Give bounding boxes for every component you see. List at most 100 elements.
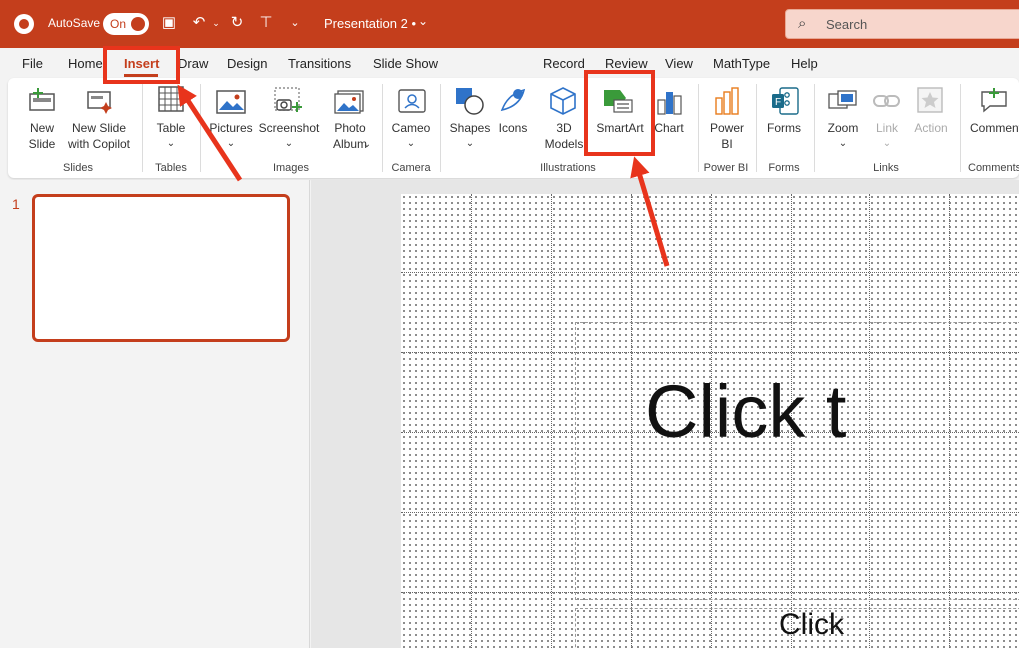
group-separator: [382, 84, 383, 172]
group-separator: [814, 84, 815, 172]
pictures-icon: [216, 90, 246, 114]
zoom-icon: [828, 90, 857, 109]
search-box[interactable]: ⌕ Search: [785, 9, 1019, 39]
ribbon-insert: New Slide New Slide with Copilot Slides …: [8, 78, 1019, 178]
insert-tab-highlight: [103, 46, 180, 84]
comment-label: Comment: [969, 121, 1019, 135]
slide-thumbnail-pane: 1: [0, 180, 310, 648]
new-slide-icon: [29, 88, 55, 111]
link-dropdown-icon: ⌄: [882, 138, 892, 149]
3d-models-icon: [550, 87, 576, 115]
redo-icon[interactable]: ↻: [228, 14, 246, 32]
cameo-icon: [398, 89, 426, 113]
smartart-highlight: [584, 70, 655, 156]
customize-toolbar-icon[interactable]: ⌄: [286, 14, 304, 32]
toggle-knob: [131, 17, 145, 31]
photo-album-icon: [334, 90, 364, 114]
cameo-dropdown-icon: ⌄: [406, 138, 416, 149]
3d-models-label: 3D Models: [544, 121, 584, 151]
comment-icon: [981, 88, 1007, 113]
group-label-comments: Comments: [968, 162, 1019, 174]
shapes-dropdown-icon: ⌄: [465, 138, 475, 149]
shapes-icon: [456, 88, 484, 115]
group-separator: [440, 84, 441, 172]
slide-thumbnail[interactable]: [32, 194, 290, 342]
autosave-toggle[interactable]: On: [103, 13, 149, 35]
group-label-images: Images: [272, 162, 310, 174]
table-label: Table: [156, 121, 186, 135]
gridline: [551, 194, 552, 648]
tab-help[interactable]: Help: [791, 56, 818, 71]
slide-editor: Click t Click: [311, 180, 1019, 648]
group-label-tables: Tables: [155, 162, 187, 174]
slide-number: 1: [12, 196, 20, 212]
cameo-label: Cameo: [391, 121, 431, 135]
forms-icon: F: [772, 87, 799, 115]
pictures-label: Pictures: [209, 121, 253, 135]
tab-view[interactable]: View: [665, 56, 693, 71]
gridline: [471, 194, 472, 648]
photo-album-dropdown-icon: ⌄: [362, 139, 372, 150]
title-placeholder-text: Click t: [645, 370, 847, 453]
group-label-power-bi: Power BI: [703, 162, 749, 174]
group-separator: [756, 84, 757, 172]
pictures-dropdown-icon: ⌄: [226, 138, 236, 149]
new-slide-copilot-label: New Slide with Copilot: [67, 121, 131, 151]
tab-slide-show[interactable]: Slide Show: [373, 56, 438, 71]
powerpoint-logo-icon: [14, 14, 34, 34]
save-icon[interactable]: ▣: [160, 14, 178, 32]
search-placeholder: Search: [826, 17, 868, 32]
table-dropdown-icon: ⌄: [166, 138, 176, 149]
autosave-state: On: [110, 17, 127, 31]
group-separator: [200, 84, 201, 172]
group-label-forms: Forms: [768, 162, 800, 174]
zoom-label: Zoom: [827, 121, 859, 135]
power-bi-icon: [715, 87, 739, 115]
tab-review[interactable]: Review: [605, 56, 648, 71]
copilot-slide-icon: [87, 91, 112, 114]
autosave-label: AutoSave: [48, 16, 101, 30]
chart-icon: [657, 92, 682, 115]
new-slide-label: New Slide: [28, 121, 56, 151]
gridline: [401, 272, 1019, 273]
tab-transitions[interactable]: Transitions: [288, 56, 351, 71]
action-icon: [917, 87, 943, 113]
group-separator: [698, 84, 699, 172]
action-label: Action: [914, 121, 948, 135]
screenshot-icon: [274, 87, 302, 112]
chevron-down-icon[interactable]: ⌄: [418, 14, 428, 28]
search-icon: ⌕: [798, 15, 807, 32]
svg-text:F: F: [775, 97, 781, 108]
icons-icon: [500, 88, 526, 112]
tab-file[interactable]: File: [22, 56, 43, 71]
screenshot-label: Screenshot: [258, 121, 320, 135]
title-placeholder[interactable]: [575, 322, 1019, 600]
zoom-dropdown-icon: ⌄: [838, 138, 848, 149]
icons-label: Icons: [498, 121, 528, 135]
group-separator: [960, 84, 961, 172]
group-label-slides: Slides: [63, 162, 93, 174]
undo-dropdown-icon[interactable]: ⌄: [207, 14, 225, 32]
slide-canvas[interactable]: Click t Click: [401, 194, 1019, 648]
tab-mathtype[interactable]: MathType: [713, 56, 770, 71]
group-separator: [142, 84, 143, 172]
group-label-links: Links: [873, 162, 899, 174]
shapes-label: Shapes: [449, 121, 491, 135]
forms-label: Forms: [767, 121, 801, 135]
group-label-camera: Camera: [391, 162, 431, 174]
present-icon[interactable]: ⊤: [257, 14, 275, 32]
group-label-illustrations: Illustrations: [540, 162, 596, 174]
tab-home[interactable]: Home: [68, 56, 103, 71]
table-icon: [158, 86, 184, 112]
screenshot-dropdown-icon: ⌄: [284, 138, 294, 149]
tab-record[interactable]: Record: [543, 56, 585, 71]
tab-draw[interactable]: Draw: [178, 56, 208, 71]
link-icon: [873, 95, 900, 107]
link-label: Link: [875, 121, 898, 135]
document-title[interactable]: Presentation 2 •: [324, 16, 416, 31]
subtitle-placeholder-text: Click: [779, 608, 844, 641]
power-bi-label: Power BI: [709, 121, 744, 151]
title-bar: AutoSave On ▣ ↶ ⌄ ↻ ⊤ ⌄ Presentation 2 •…: [0, 0, 1019, 48]
undo-icon[interactable]: ↶: [190, 14, 208, 32]
tab-design[interactable]: Design: [227, 56, 267, 71]
